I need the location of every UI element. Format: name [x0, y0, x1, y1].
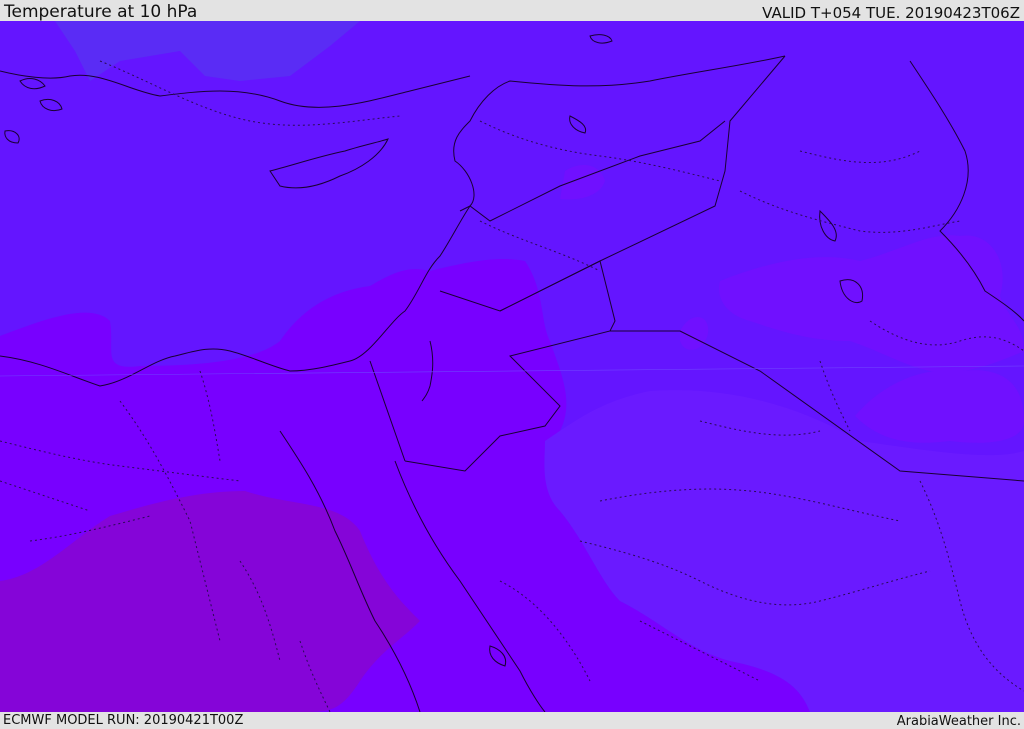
- map-title: Temperature at 10 hPa: [4, 2, 198, 22]
- valid-time: VALID T+054 TUE. 20190423T06Z: [762, 4, 1020, 22]
- header-bar: Temperature at 10 hPa VALID T+054 TUE. 2…: [0, 0, 1024, 21]
- credit-label: ArabiaWeather Inc.: [896, 714, 1021, 729]
- model-run: ECMWF MODEL RUN: 20190421T00Z: [3, 713, 244, 728]
- map-view[interactable]: [0, 21, 1024, 712]
- footer-bar: ECMWF MODEL RUN: 20190421T00Z ArabiaWeat…: [0, 712, 1024, 729]
- temperature-map: [0, 21, 1024, 712]
